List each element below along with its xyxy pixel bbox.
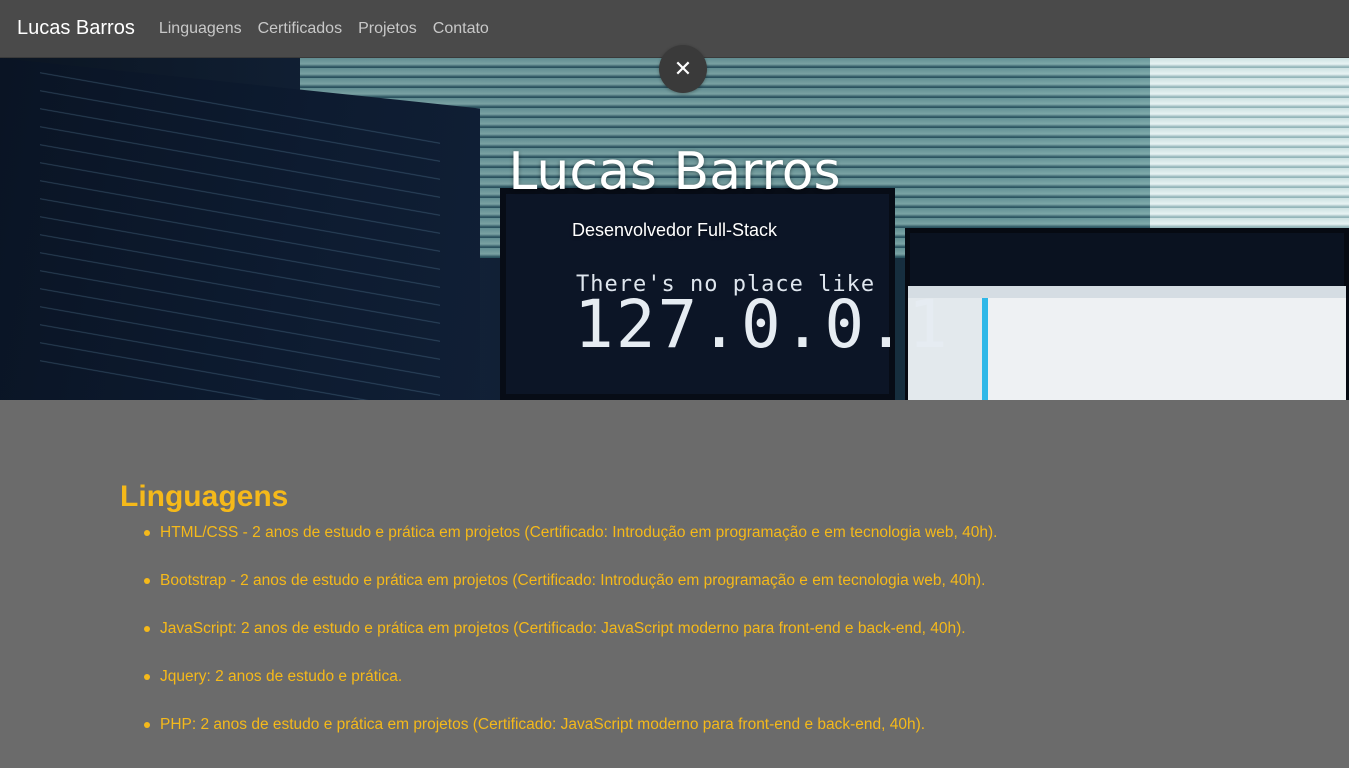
languages-list: HTML/CSS - 2 anos de estudo e prática em… bbox=[120, 522, 1220, 762]
list-item: JavaScript: 2 anos de estudo e prática e… bbox=[144, 618, 1220, 666]
list-item: PHP: 2 anos de estudo e prática em proje… bbox=[144, 714, 1220, 762]
nav-link-contato[interactable]: Contato bbox=[433, 20, 489, 38]
nav-link-projetos[interactable]: Projetos bbox=[358, 20, 417, 38]
nav-link-linguagens[interactable]: Linguagens bbox=[159, 20, 242, 38]
brand-link[interactable]: Lucas Barros bbox=[17, 17, 135, 40]
hero-screen-text-line2: 127.0.0.1 bbox=[574, 286, 950, 363]
hero-title: Lucas Barros bbox=[508, 142, 841, 202]
section-title: Linguagens bbox=[120, 480, 289, 513]
hero-subtitle: Desenvolvedor Full-Stack bbox=[571, 220, 778, 240]
close-button[interactable]: ✕ bbox=[659, 45, 707, 93]
nav-link-certificados[interactable]: Certificados bbox=[258, 20, 342, 38]
list-item: Jquery: 2 anos de estudo e prática. bbox=[144, 666, 1220, 714]
list-item: HTML/CSS - 2 anos de estudo e prática em… bbox=[144, 522, 1220, 570]
languages-section: Linguagens HTML/CSS - 2 anos de estudo e… bbox=[120, 480, 1220, 762]
list-item: Bootstrap - 2 anos de estudo e prática e… bbox=[144, 570, 1220, 618]
close-icon: ✕ bbox=[673, 56, 693, 81]
